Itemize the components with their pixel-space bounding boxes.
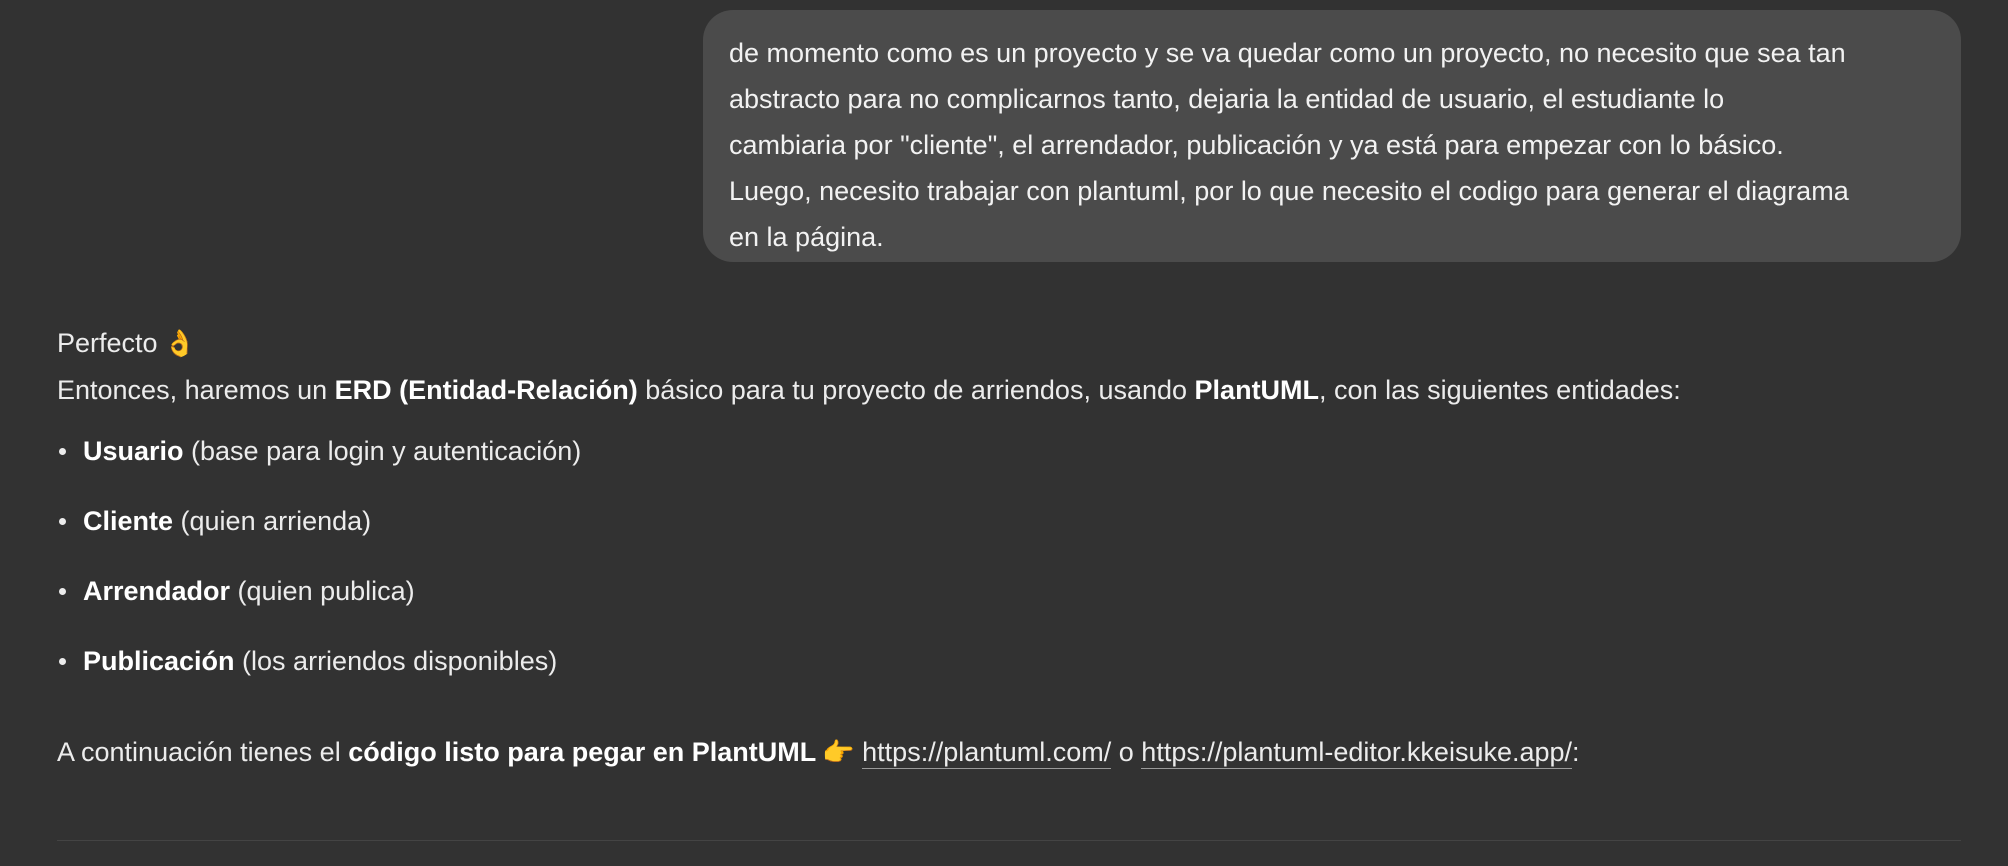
entity-list: Usuario (base para login y autenticación… <box>57 425 1957 705</box>
list-item: Arrendador (quien publica) <box>57 565 1957 635</box>
bullet-icon <box>59 518 66 525</box>
assistant-intro: Entonces, haremos un ERD (Entidad-Relaci… <box>57 367 1957 413</box>
user-message-bubble: de momento como es un proyecto y se va q… <box>703 10 1961 262</box>
ok-hand-icon: 👌 <box>163 329 196 359</box>
entity-name: Cliente <box>83 506 174 536</box>
link-separator: o <box>1111 737 1142 767</box>
entity-desc: (los arriendos disponibles) <box>234 646 558 676</box>
code-intro-bold: código listo para pegar en PlantUML <box>348 737 817 767</box>
intro-text: Entonces, haremos un <box>57 375 335 405</box>
list-item: Usuario (base para login y autenticación… <box>57 425 1957 495</box>
entity-desc: (quien arrienda) <box>173 506 372 536</box>
intro-text: básico para tu proyecto de arriendos, us… <box>637 375 1195 405</box>
divider <box>57 840 1961 841</box>
entity-desc: (quien publica) <box>230 576 415 606</box>
user-message-line: abstracto para no complicarnos tanto, de… <box>729 84 1725 114</box>
user-message-line: Luego, necesito trabajar con plantuml, p… <box>729 176 1849 206</box>
plantuml-link[interactable]: https://plantuml.com/ <box>862 737 1112 769</box>
user-message-line: en la página. <box>729 222 884 252</box>
bullet-icon <box>59 588 66 595</box>
intro-bold-plantuml: PlantUML <box>1194 375 1320 405</box>
list-item: Publicación (los arriendos disponibles) <box>57 635 1957 705</box>
user-message-line: de momento como es un proyecto y se va q… <box>729 38 1846 68</box>
code-intro-end: : <box>1572 737 1580 767</box>
user-message-line: cambiaria por "cliente", el arrendador, … <box>729 130 1784 160</box>
list-item: Cliente (quien arrienda) <box>57 495 1957 565</box>
plantuml-editor-link[interactable]: https://plantuml-editor.kkeisuke.app/ <box>1141 737 1573 769</box>
entity-name: Publicación <box>83 646 235 676</box>
greeting-text: Perfecto <box>57 328 158 358</box>
entity-name: Arrendador <box>83 576 231 606</box>
bullet-icon <box>59 658 66 665</box>
chat-page: de momento como es un proyecto y se va q… <box>0 0 2008 866</box>
intro-text: , con las siguientes entidades: <box>1319 375 1681 405</box>
bullet-icon <box>59 448 66 455</box>
code-intro: A continuación tienes el código listo pa… <box>57 729 1957 776</box>
code-intro-text: A continuación tienes el <box>57 737 349 767</box>
intro-bold-erd: ERD (Entidad-Relación) <box>334 375 638 405</box>
pointing-right-icon: 👉 <box>822 738 855 768</box>
assistant-message: Perfecto 👌 Entonces, haremos un ERD (Enti… <box>57 320 1957 776</box>
assistant-greeting: Perfecto 👌 <box>57 320 1957 367</box>
entity-name: Usuario <box>83 436 184 466</box>
entity-desc: (base para login y autenticación) <box>183 436 582 466</box>
